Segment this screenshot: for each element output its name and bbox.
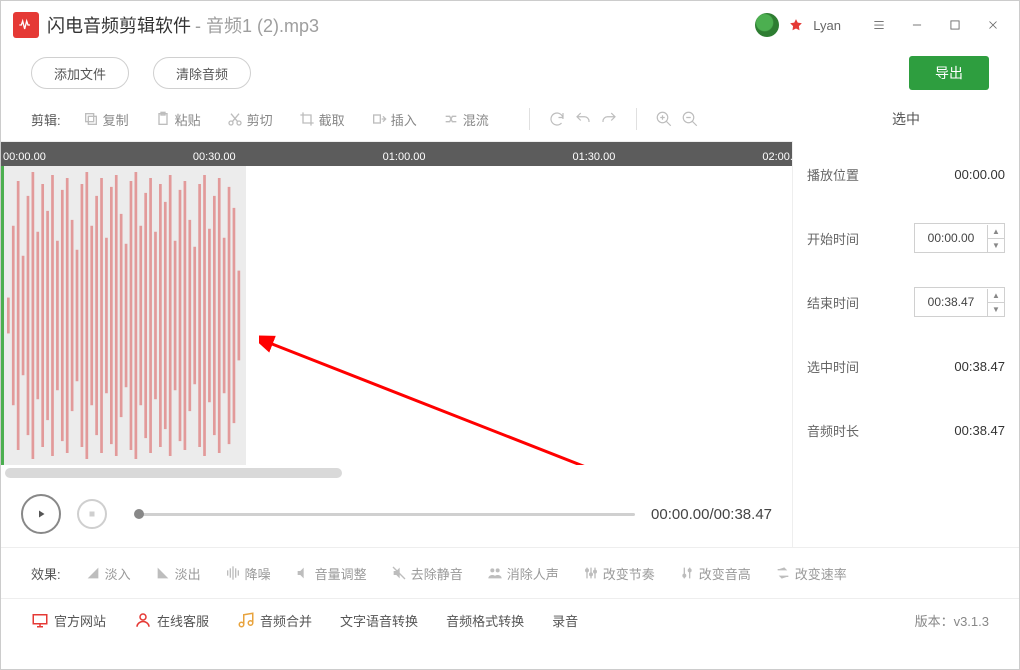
fade-out-button[interactable]: 淡出 xyxy=(155,564,201,583)
duration-row: 音频时长00:38.47 xyxy=(807,398,1005,462)
vip-icon xyxy=(789,18,803,32)
cut-button[interactable]: 剪切 xyxy=(227,110,273,129)
effects-toolbar: 效果: 淡入 淡出 降噪 音量调整 去除静音 消除人声 改变节奏 改变音高 改变… xyxy=(1,547,1019,598)
file-name: - 音频1 (2).mp3 xyxy=(195,12,319,38)
speed-button[interactable]: 改变速率 xyxy=(775,564,847,583)
end-time-row: 结束时间 00:38.47▲▼ xyxy=(807,270,1005,334)
minimize-button[interactable] xyxy=(903,11,931,39)
time-ruler[interactable]: 00:00.00 00:30.00 01:00.00 01:30.00 02:0… xyxy=(1,142,792,166)
waveform-icon xyxy=(1,166,246,465)
annotation-arrow-icon xyxy=(259,334,639,465)
crop-button[interactable]: 截取 xyxy=(299,110,345,129)
time-display: 00:00.00/00:38.47 xyxy=(651,506,772,523)
spin-down-icon[interactable]: ▼ xyxy=(988,303,1004,316)
redo-button[interactable] xyxy=(596,106,622,132)
end-time-input[interactable]: 00:38.47▲▼ xyxy=(914,287,1005,317)
official-site-link[interactable]: 官方网站 xyxy=(31,611,106,630)
format-convert-link[interactable]: 音频格式转换 xyxy=(446,611,524,630)
add-file-button[interactable]: 添加文件 xyxy=(31,57,129,89)
spin-down-icon[interactable]: ▼ xyxy=(988,239,1004,252)
close-button[interactable] xyxy=(979,11,1007,39)
support-link[interactable]: 在线客服 xyxy=(134,611,209,630)
merge-link[interactable]: 音频合并 xyxy=(237,611,312,630)
export-button[interactable]: 导出 xyxy=(909,56,989,90)
progress-bar[interactable] xyxy=(139,513,635,516)
start-time-input[interactable]: 00:00.00▲▼ xyxy=(914,223,1005,253)
stop-button[interactable] xyxy=(77,499,107,529)
undo-button[interactable] xyxy=(570,106,596,132)
maximize-button[interactable] xyxy=(941,11,969,39)
app-logo-icon xyxy=(13,12,39,38)
remove-vocal-button[interactable]: 消除人声 xyxy=(487,564,559,583)
version-label: 版本：v3.1.3 xyxy=(915,611,989,630)
edit-label: 剪辑: xyxy=(31,110,61,129)
avatar[interactable] xyxy=(755,13,779,37)
waveform-area[interactable] xyxy=(1,166,792,465)
username[interactable]: Lyan xyxy=(813,18,841,33)
play-position-row: 播放位置00:00.00 xyxy=(807,142,1005,206)
volume-button[interactable]: 音量调整 xyxy=(295,564,367,583)
edit-toolbar: 剪辑: 复制 粘贴 剪切 截取 插入 混流 xyxy=(1,97,793,142)
selected-time-row: 选中时间00:38.47 xyxy=(807,334,1005,398)
insert-button[interactable]: 插入 xyxy=(371,110,417,129)
main-toolbar: 添加文件 清除音频 导出 xyxy=(1,49,1019,97)
spin-up-icon[interactable]: ▲ xyxy=(988,289,1004,303)
side-panel: 播放位置00:00.00 开始时间 00:00.00▲▼ 结束时间 00:38.… xyxy=(793,142,1019,547)
record-link[interactable]: 录音 xyxy=(552,611,578,630)
app-title: 闪电音频剪辑软件 xyxy=(47,12,191,38)
start-time-row: 开始时间 00:00.00▲▼ xyxy=(807,206,1005,270)
remove-silence-button[interactable]: 去除静音 xyxy=(391,564,463,583)
horizontal-scrollbar[interactable] xyxy=(1,465,792,481)
zoom-out-button[interactable] xyxy=(677,106,703,132)
fx-label: 效果: xyxy=(31,564,61,583)
spin-up-icon[interactable]: ▲ xyxy=(988,225,1004,239)
fade-in-button[interactable]: 淡入 xyxy=(85,564,131,583)
paste-button[interactable]: 粘贴 xyxy=(155,110,201,129)
clear-audio-button[interactable]: 清除音频 xyxy=(153,57,251,89)
refresh-button[interactable] xyxy=(544,106,570,132)
footer: 官方网站 在线客服 音频合并 文字语音转换 音频格式转换 录音 版本：v3.1.… xyxy=(1,598,1019,641)
copy-button[interactable]: 复制 xyxy=(83,110,129,129)
menu-button[interactable] xyxy=(865,11,893,39)
player-controls: 00:00.00/00:38.47 xyxy=(1,481,792,547)
play-button[interactable] xyxy=(21,494,61,534)
side-header: 选中 xyxy=(807,97,1005,141)
denoise-button[interactable]: 降噪 xyxy=(225,564,271,583)
zoom-in-button[interactable] xyxy=(651,106,677,132)
pitch-button[interactable]: 改变音高 xyxy=(679,564,751,583)
mix-button[interactable]: 混流 xyxy=(443,110,489,129)
tts-link[interactable]: 文字语音转换 xyxy=(340,611,418,630)
titlebar: 闪电音频剪辑软件 - 音频1 (2).mp3 Lyan xyxy=(1,1,1019,49)
playhead[interactable] xyxy=(1,166,4,465)
progress-handle[interactable] xyxy=(134,509,144,519)
tempo-button[interactable]: 改变节奏 xyxy=(583,564,655,583)
